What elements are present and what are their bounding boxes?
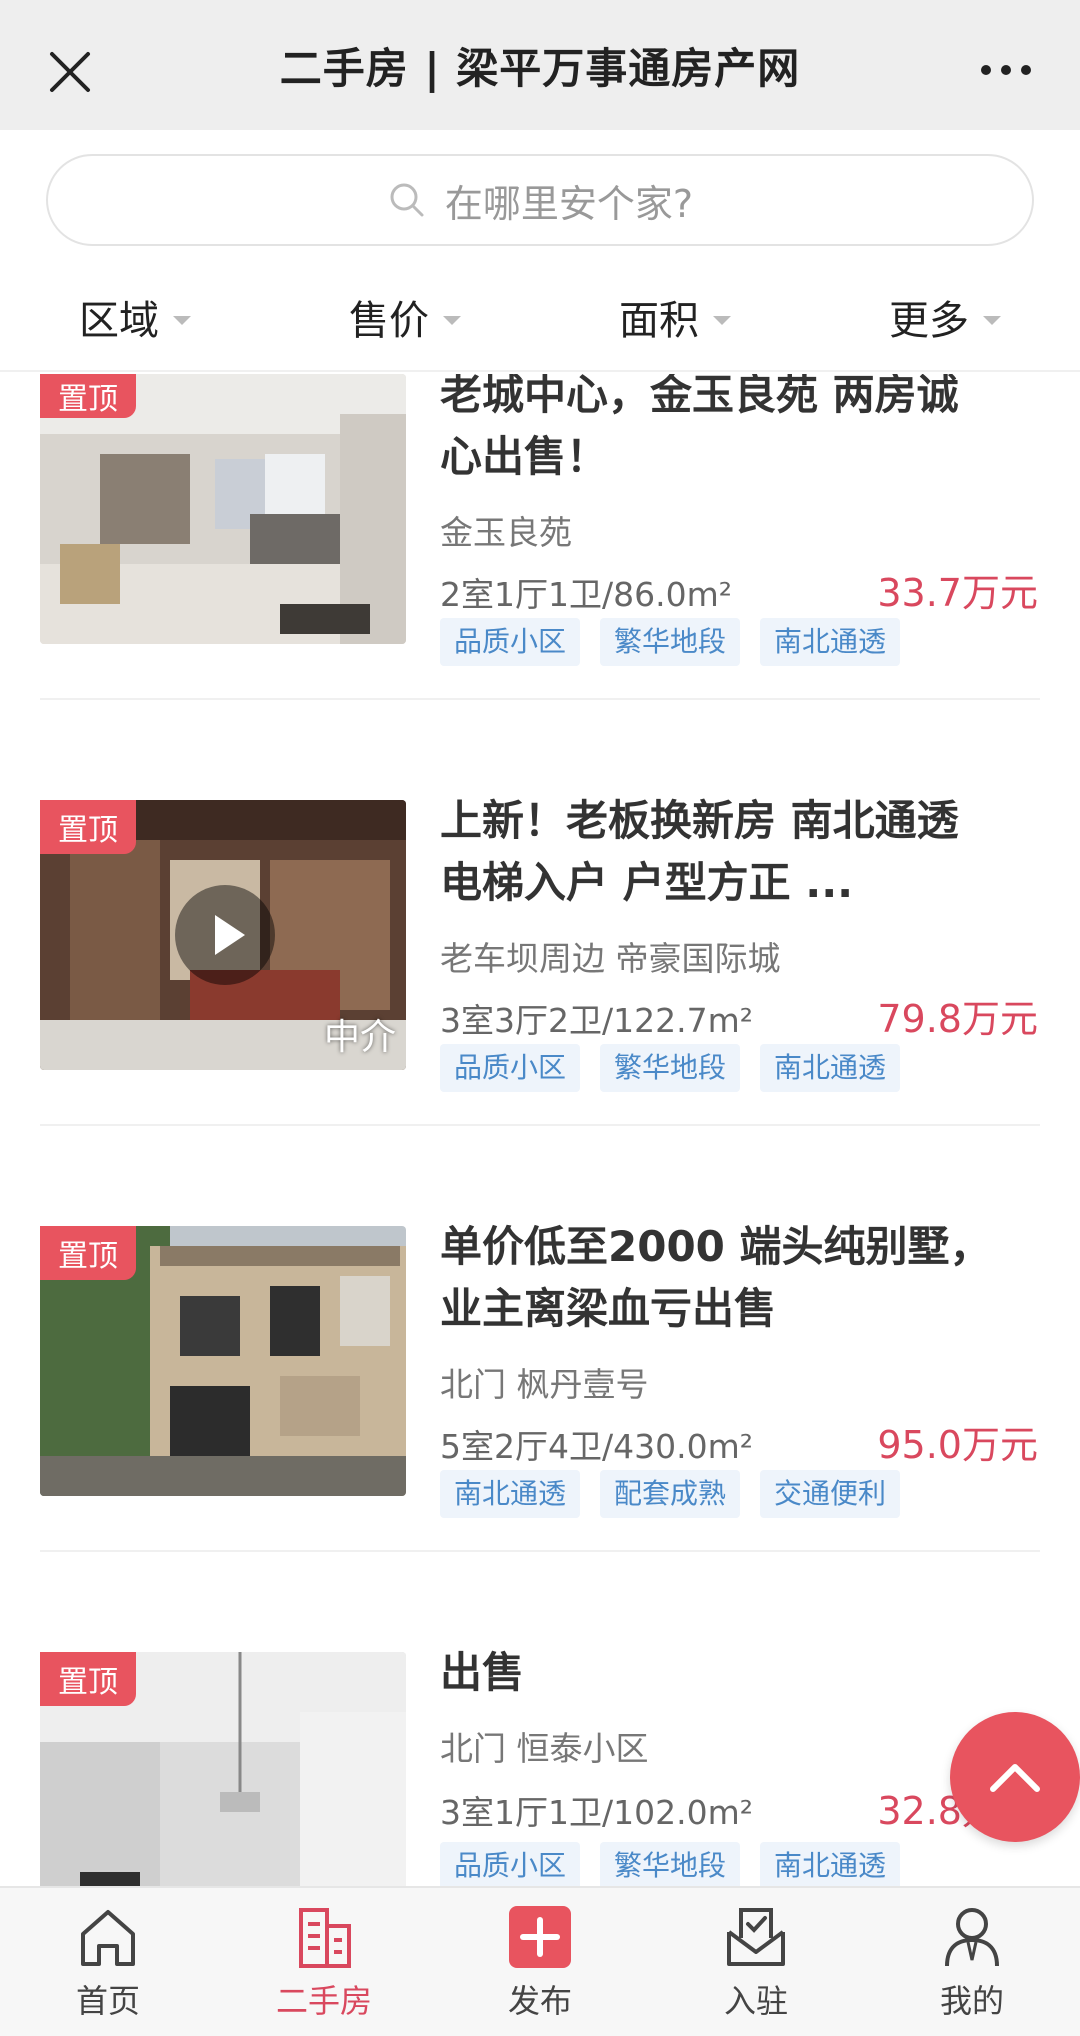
tag: 南北通透 bbox=[760, 1842, 901, 1886]
listing-price: 33.7万元 bbox=[877, 571, 1038, 615]
nav-publish[interactable]: 发布 bbox=[432, 1888, 648, 2036]
filter-area[interactable]: 面积 bbox=[540, 264, 810, 370]
play-video-icon[interactable] bbox=[175, 885, 275, 985]
nav-label: 入驻 bbox=[723, 1982, 788, 2020]
search-placeholder: 在哪里安个家? bbox=[444, 181, 694, 226]
listing-tags: 品质小区 繁华地段 南北通透 bbox=[440, 618, 901, 666]
listing-tags: 南北通透 配套成熟 交通便利 bbox=[440, 1470, 901, 1518]
listing-title-line: 单价低至2000 端头纯别墅， bbox=[440, 1222, 992, 1271]
listing-title-line: 心出售！ bbox=[440, 432, 609, 481]
user-icon bbox=[945, 1908, 999, 1967]
listing-title-line: 老城中心，金玉良苑 两房诚 bbox=[440, 374, 959, 419]
listing-spec: 5室2厅4卫/430.0m² bbox=[440, 1427, 753, 1466]
listing-item[interactable]: 单价低至2000 端头纯别墅， 业主离梁血亏出售 北门 枫丹壹号 5室2厅4卫/… bbox=[0, 1176, 1080, 1602]
divider bbox=[40, 698, 1040, 700]
divider bbox=[40, 1550, 1040, 1552]
caret-down-icon bbox=[173, 315, 191, 325]
tag: 品质小区 bbox=[440, 1044, 581, 1092]
close-icon[interactable] bbox=[48, 50, 92, 94]
pinned-badge: 置顶 bbox=[40, 1226, 136, 1280]
listing-price: 95.0万元 bbox=[877, 1423, 1038, 1467]
chevron-up-icon bbox=[990, 1764, 1040, 1792]
search-icon bbox=[390, 183, 424, 217]
listing-location: 老车坝周边 帝豪国际城 bbox=[440, 939, 781, 978]
listing-title-line: 电梯入户 户型方正 ... bbox=[440, 858, 854, 907]
listing-item[interactable]: 中介 上新！老板换新房 南北通透 电梯入户 户型方正 ... 老车坝周边 帝豪国… bbox=[0, 750, 1080, 1176]
listing-location: 金玉良苑 bbox=[440, 513, 572, 552]
listing-item[interactable]: 老城中心，金玉良苑 两房诚 心出售！ 金玉良苑 2室1厅1卫/86.0m² 33… bbox=[0, 374, 1080, 750]
filter-bar: 区域 售价 面积 更多 bbox=[0, 264, 1080, 372]
listing-title[interactable]: 老城中心，金玉良苑 两房诚 心出售！ bbox=[440, 374, 1040, 488]
filter-price[interactable]: 售价 bbox=[270, 264, 540, 370]
agent-watermark: 中介 bbox=[323, 1017, 396, 1058]
pinned-badge: 置顶 bbox=[40, 374, 136, 418]
nav-second-hand[interactable]: 二手房 bbox=[216, 1888, 432, 2036]
listing-title[interactable]: 出售 bbox=[440, 1642, 1040, 1704]
listing-item[interactable]: 出售 北门 恒泰小区 3室1厅1卫/102.0m² 32.8万元 品质小区 繁华… bbox=[0, 1602, 1080, 1886]
listing-title[interactable]: 单价低至2000 端头纯别墅， 业主离梁血亏出售 bbox=[440, 1216, 1040, 1340]
caret-down-icon bbox=[713, 315, 731, 325]
nav-label: 我的 bbox=[939, 1982, 1004, 2020]
divider bbox=[40, 1124, 1040, 1126]
title-bar: 二手房 | 梁平万事通房产网 bbox=[0, 0, 1080, 130]
page-title: 二手房 | 梁平万事通房产网 bbox=[279, 43, 801, 93]
filter-label: 更多 bbox=[889, 298, 969, 344]
tag: 品质小区 bbox=[440, 1842, 581, 1886]
listing-location: 北门 枫丹壹号 bbox=[440, 1365, 649, 1404]
listing-spec: 3室3厅2卫/122.7m² bbox=[440, 1001, 753, 1040]
listing-tags: 品质小区 繁华地段 南北通透 bbox=[440, 1044, 901, 1092]
filter-label: 面积 bbox=[619, 298, 699, 344]
plus-icon bbox=[509, 1906, 571, 1968]
tag: 南北通透 bbox=[760, 618, 901, 666]
tag: 南北通透 bbox=[760, 1044, 901, 1092]
nav-join[interactable]: 入驻 bbox=[648, 1888, 864, 2036]
home-icon bbox=[81, 1910, 135, 1966]
listing-spec: 3室1厅1卫/102.0m² bbox=[440, 1793, 753, 1832]
filter-more[interactable]: 更多 bbox=[810, 264, 1080, 370]
listing-tags: 品质小区 繁华地段 南北通透 bbox=[440, 1842, 901, 1886]
listing-price: 79.8万元 bbox=[877, 997, 1038, 1041]
building-icon bbox=[299, 1908, 351, 1968]
listing-spec: 2室1厅1卫/86.0m² bbox=[440, 575, 732, 614]
caret-down-icon bbox=[983, 315, 1001, 325]
tag: 南北通透 bbox=[440, 1470, 581, 1518]
pinned-badge: 置顶 bbox=[40, 800, 136, 854]
more-options-icon[interactable] bbox=[980, 60, 1032, 80]
nav-home[interactable]: 首页 bbox=[0, 1888, 216, 2036]
caret-down-icon bbox=[443, 315, 461, 325]
listing-title[interactable]: 上新！老板换新房 南北通透 电梯入户 户型方正 ... bbox=[440, 790, 1040, 914]
nav-label: 二手房 bbox=[275, 1982, 372, 2020]
filter-label: 售价 bbox=[349, 298, 429, 344]
listing-title-line: 出售 bbox=[440, 1648, 525, 1697]
listing-title-line: 业主离梁血亏出售 bbox=[440, 1284, 777, 1333]
inbox-icon bbox=[727, 1908, 785, 1966]
filter-region[interactable]: 区域 bbox=[0, 264, 270, 370]
bottom-nav: 首页 二手房 发布 入驻 我的 bbox=[0, 1886, 1080, 2036]
tag: 繁华地段 bbox=[600, 1044, 741, 1092]
listing-list: 老城中心，金玉良苑 两房诚 心出售！ 金玉良苑 2室1厅1卫/86.0m² 33… bbox=[0, 374, 1080, 1886]
pinned-badge: 置顶 bbox=[40, 1652, 136, 1706]
listing-location: 北门 恒泰小区 bbox=[440, 1729, 649, 1768]
nav-label: 发布 bbox=[507, 1982, 572, 2020]
listing-title-line: 上新！老板换新房 南北通透 bbox=[440, 796, 959, 845]
back-to-top-button[interactable] bbox=[950, 1712, 1080, 1842]
nav-mine[interactable]: 我的 bbox=[864, 1888, 1080, 2036]
tag: 品质小区 bbox=[440, 618, 581, 666]
tag: 繁华地段 bbox=[600, 1842, 741, 1886]
tag: 繁华地段 bbox=[600, 618, 741, 666]
search-input[interactable]: 在哪里安个家? bbox=[46, 154, 1034, 246]
filter-label: 区域 bbox=[79, 298, 159, 344]
nav-label: 首页 bbox=[75, 1982, 140, 2020]
tag: 配套成熟 bbox=[600, 1470, 741, 1518]
tag: 交通便利 bbox=[760, 1470, 901, 1518]
